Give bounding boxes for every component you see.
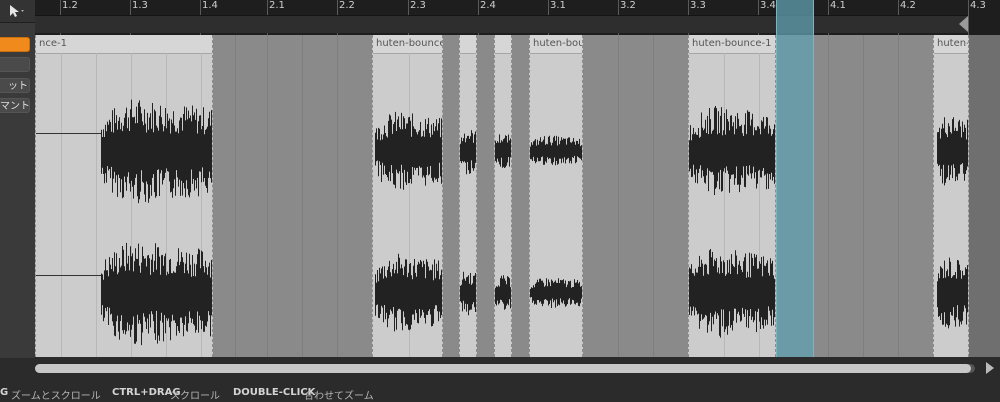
grid-line xyxy=(653,35,654,357)
ruler-label-1-2: 1.2 xyxy=(62,0,78,11)
audio-clip[interactable]: nce-1 xyxy=(35,35,213,357)
audio-clip[interactable]: huten-bounce-1 xyxy=(688,35,776,357)
scroll-thumb[interactable] xyxy=(35,364,971,373)
ruler-tick xyxy=(968,0,969,35)
waveform xyxy=(530,135,582,308)
left-tool-panel: ット マント xyxy=(0,0,36,360)
pointer-tool-button[interactable] xyxy=(0,0,35,23)
grid-line xyxy=(863,35,864,357)
horizontal-scrollbar[interactable] xyxy=(35,358,1000,380)
clip-name: huten-b xyxy=(934,35,968,54)
loop-end-marker[interactable] xyxy=(959,16,968,32)
ruler-label-2-2: 2.2 xyxy=(339,0,355,11)
side-button-0[interactable] xyxy=(0,37,30,52)
side-button-2[interactable]: ット xyxy=(0,78,30,93)
waveform xyxy=(101,99,212,346)
scroll-corner xyxy=(0,358,35,380)
side-button-1[interactable] xyxy=(0,57,30,72)
ruler-label-2-4: 2.4 xyxy=(480,0,496,11)
waveform xyxy=(460,130,476,316)
ruler-label-2-3: 2.3 xyxy=(410,0,426,11)
ruler-label-1-4: 1.4 xyxy=(202,0,218,11)
ruler-label-1-3: 1.3 xyxy=(132,0,148,11)
clip-name xyxy=(495,35,511,54)
audio-track-lane[interactable]: nce-1 huten-bounce-1 huten-bounc huten-b… xyxy=(35,35,1000,357)
waveform xyxy=(495,134,511,310)
grid-line xyxy=(302,35,303,357)
clip-name: huten-bounc xyxy=(530,35,582,54)
track-end-area xyxy=(969,35,1000,357)
pointer-arrow-icon xyxy=(10,5,24,17)
audio-clip[interactable] xyxy=(459,35,477,357)
clip-name: huten-bounce-1 xyxy=(689,35,775,54)
grid-line xyxy=(618,35,619,357)
ruler-label-4-1: 4.1 xyxy=(830,0,846,11)
grid-line xyxy=(267,35,268,357)
ruler-numbers: 1.2 1.3 1.4 2.1 2.2 2.3 2.4 3.1 3.2 3.3 … xyxy=(35,0,1000,35)
status-hint-bar: G ズームとスクロール CTRL+DRAG スクロール DOUBLE-CLICK… xyxy=(0,385,1000,402)
timeline-ruler[interactable]: 1.2 1.3 1.4 2.1 2.2 2.3 2.4 3.1 3.2 3.3 … xyxy=(35,0,1000,35)
audio-clip[interactable]: huten-bounc xyxy=(529,35,583,357)
hint-key: G xyxy=(0,387,9,398)
waveform xyxy=(689,106,775,338)
ruler-label-3-1: 3.1 xyxy=(550,0,566,11)
scroll-right-arrow[interactable] xyxy=(986,362,994,374)
ruler-label-4-2: 4.2 xyxy=(900,0,916,11)
ruler-label-4-3: 4.3 xyxy=(970,0,986,11)
waveform xyxy=(375,111,442,332)
audio-clip[interactable] xyxy=(494,35,512,357)
grid-line xyxy=(898,35,899,357)
grid-line xyxy=(337,35,338,357)
audio-clip[interactable]: huten-b xyxy=(933,35,969,357)
ruler-label-3-4: 3.4 xyxy=(760,0,776,11)
grid-line xyxy=(235,35,236,357)
clip-name xyxy=(460,35,476,54)
ruler-label-3-2: 3.2 xyxy=(620,0,636,11)
ruler-label-2-1: 2.1 xyxy=(269,0,285,11)
grid-line xyxy=(828,35,829,357)
loop-lane[interactable] xyxy=(35,15,968,33)
audio-clip[interactable]: huten-bounce-1 xyxy=(372,35,443,357)
side-button-3[interactable]: マント xyxy=(0,98,30,113)
ruler-label-3-3: 3.3 xyxy=(690,0,706,11)
waveform xyxy=(937,117,968,329)
time-selection[interactable] xyxy=(776,0,814,357)
clip-name: nce-1 xyxy=(36,35,212,54)
clip-name: huten-bounce-1 xyxy=(373,35,442,54)
